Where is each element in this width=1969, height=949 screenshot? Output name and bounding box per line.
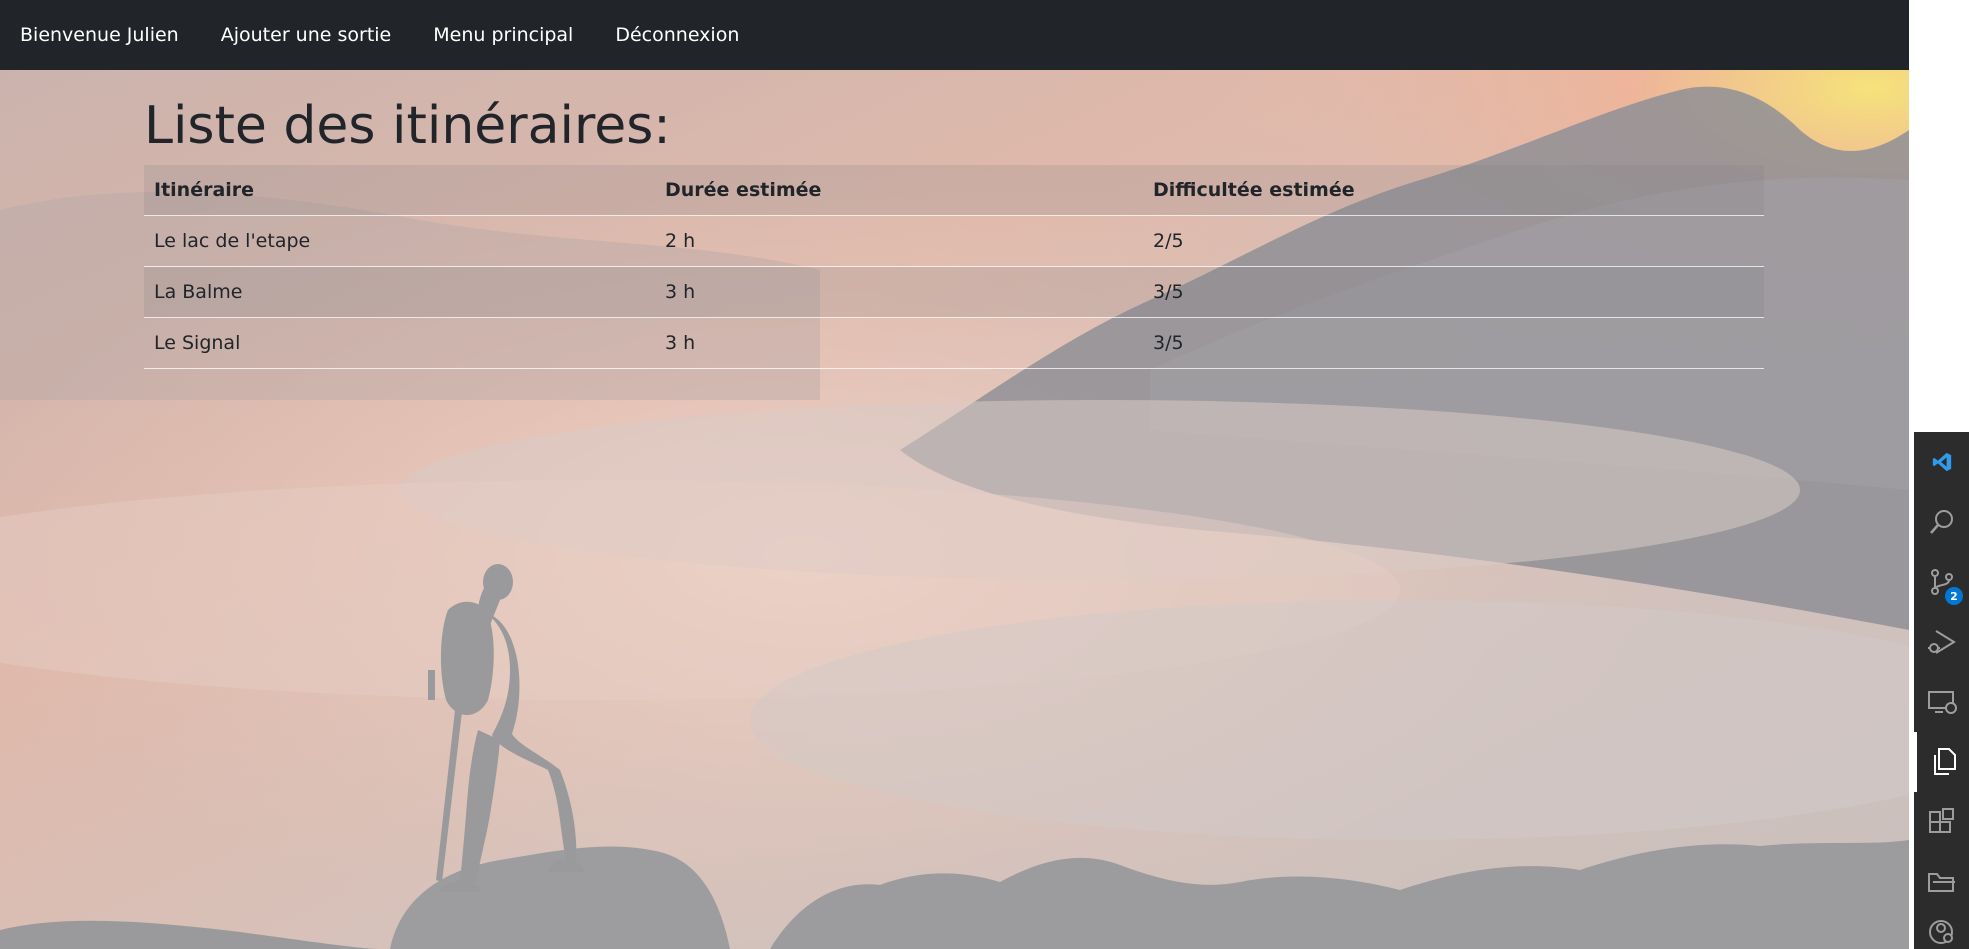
vscode-logo-icon [1932,452,1951,472]
accounts-icon [1928,920,1953,944]
duration-cell: 3 h [655,317,1143,370]
nav-welcome-user[interactable]: Bienvenue Julien [0,24,200,46]
difficulty-cell: 2/5 [1143,215,1764,268]
table-row: Le lac de l'etape 2 h 2/5 [144,215,1764,268]
route-name-cell: Le lac de l'etape [144,215,655,268]
table-row: La Balme 3 h 3/5 [144,266,1764,319]
search-icon [1929,510,1953,534]
top-navbar: Bienvenue Julien Ajouter une sortie Menu… [0,0,1909,70]
difficulty-cell: 3/5 [1143,266,1764,319]
source-control-button[interactable]: 2 [1914,552,1969,612]
table-header-row: Itinéraire Durée estimée Difficultée est… [144,165,1764,217]
run-debug-icon [1927,630,1956,654]
table-row: Le Signal 3 h 3/5 [144,317,1764,370]
screen: Bienvenue Julien Ajouter une sortie Menu… [0,0,1969,949]
search-button[interactable] [1914,492,1969,552]
vscode-activity-bar: 2 [1914,432,1969,949]
duration-cell: 3 h [655,266,1143,319]
explorer-button[interactable] [1914,732,1969,792]
main-content: Liste des itinéraires: Itinéraire Durée … [144,70,1764,370]
source-control-badge: 2 [1945,587,1963,605]
column-header-duration: Durée estimée [655,165,1143,217]
route-name-cell: La Balme [144,266,655,319]
page-title: Liste des itinéraires: [144,96,671,156]
extensions-icon [1928,808,1954,833]
remote-explorer-button[interactable] [1914,672,1969,732]
vscode-logo-button[interactable] [1914,432,1969,492]
browser-viewport: Bienvenue Julien Ajouter une sortie Menu… [0,0,1909,949]
nav-main-menu[interactable]: Menu principal [412,24,594,46]
explorer-files-icon [1934,748,1956,775]
route-name-cell: Le Signal [144,317,655,370]
column-header-difficulty: Difficultée estimée [1143,165,1764,217]
nav-logout[interactable]: Déconnexion [594,24,760,46]
difficulty-cell: 3/5 [1143,317,1764,370]
duration-cell: 2 h [655,215,1143,268]
remote-explorer-icon [1927,691,1957,714]
nav-add-outing[interactable]: Ajouter une sortie [200,24,413,46]
run-debug-button[interactable] [1914,612,1969,672]
extensions-button[interactable] [1914,792,1969,852]
folder-icon [1927,873,1955,892]
column-header-route: Itinéraire [144,165,655,217]
accounts-button[interactable] [1914,902,1969,949]
routes-table: Itinéraire Durée estimée Difficultée est… [144,165,1764,370]
